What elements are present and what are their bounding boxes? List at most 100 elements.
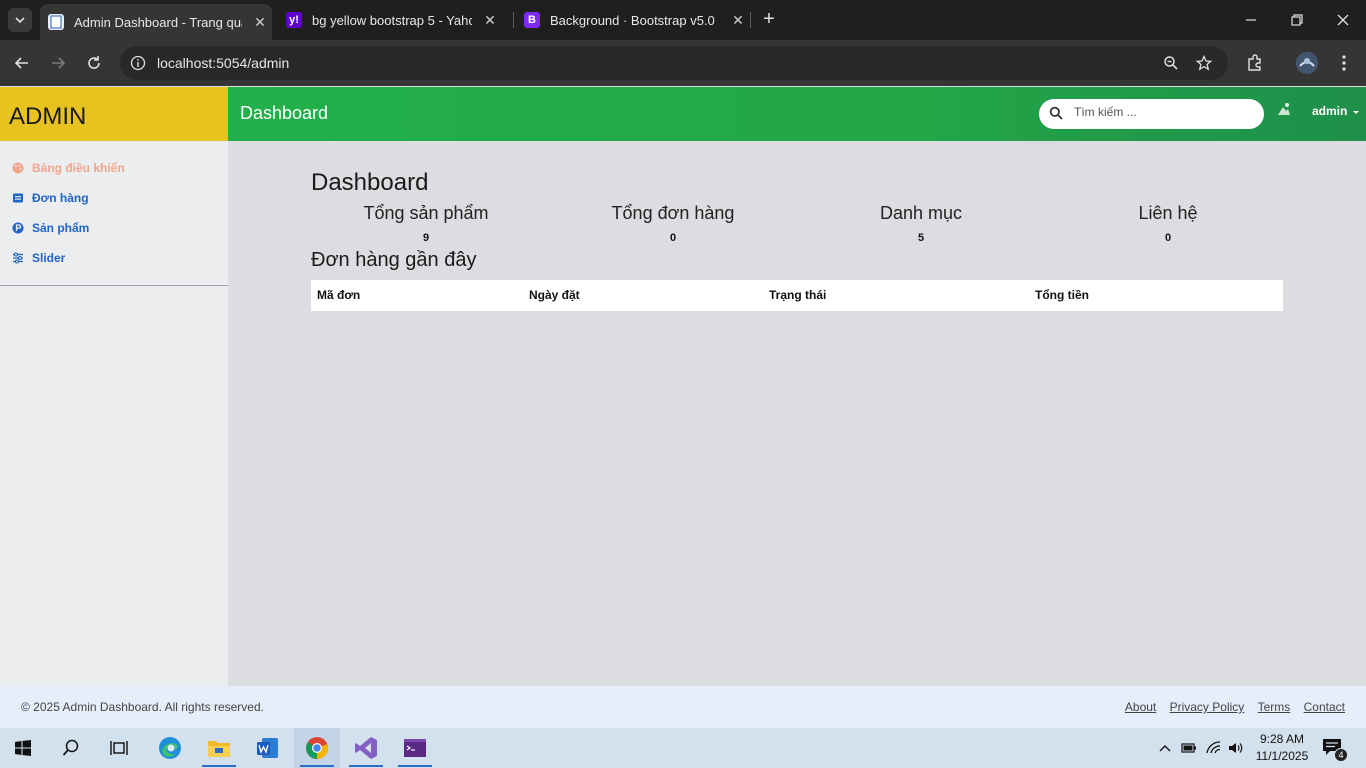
footer-links: About Privacy Policy Terms Contact	[1115, 700, 1345, 714]
column-header-order-date: Ngày đặt	[529, 288, 580, 302]
minimize-button[interactable]	[1228, 0, 1274, 40]
tab-title: bg yellow bootstrap 5 - Yahoo S	[312, 12, 472, 28]
volume-icon[interactable]	[1227, 740, 1245, 756]
column-header-status: Trạng thái	[769, 288, 827, 302]
yahoo-icon: y!	[286, 12, 302, 28]
stat-categories: Danh mục 5	[806, 203, 1036, 244]
sidebar-item-products[interactable]: Sản phẩm	[12, 221, 89, 235]
browser-tab-bar: Admin Dashboard - Trang quản ✕ y! bg yel…	[0, 0, 1366, 40]
caret-down-icon	[1352, 111, 1359, 114]
search-box	[1039, 99, 1264, 129]
tab-separator	[513, 12, 514, 28]
stat-value: 0	[669, 232, 677, 244]
site-info-icon[interactable]	[130, 55, 146, 76]
sidebar-item-orders[interactable]: Đơn hàng	[12, 191, 89, 205]
bootstrap-icon: B	[524, 12, 540, 28]
page-title: Dashboard	[240, 103, 329, 123]
task-view-icon	[110, 741, 128, 755]
search-taskbar-button[interactable]	[48, 728, 94, 768]
brand-logo-text[interactable]: ADMIN	[9, 103, 86, 131]
show-hidden-icons-button[interactable]	[1156, 740, 1174, 756]
new-tab-button[interactable]: +	[758, 8, 780, 30]
palette-icon	[12, 162, 24, 174]
windows-logo-icon	[15, 740, 31, 756]
top-navbar: Dashboard admin	[228, 87, 1366, 141]
search-input[interactable]	[1074, 105, 1254, 119]
close-icon	[1337, 14, 1349, 26]
stat-label: Liên hệ	[1138, 203, 1198, 223]
taskbar-chrome[interactable]	[294, 728, 340, 768]
profile-avatar[interactable]	[1296, 52, 1318, 74]
restore-button[interactable]	[1274, 0, 1320, 40]
stat-contacts: Liên hệ 0	[1053, 203, 1283, 244]
search-icon	[62, 739, 79, 756]
column-header-total: Tổng tiền	[1035, 288, 1089, 302]
tab-yahoo-search[interactable]: y! bg yellow bootstrap 5 - Yahoo S ✕	[286, 0, 508, 40]
sidebar-item-dashboard[interactable]: Bảng điều khiển	[12, 161, 125, 175]
taskbar-file-explorer[interactable]	[196, 728, 242, 768]
clock-date: 11/1/2025	[1255, 749, 1309, 763]
address-bar[interactable]: localhost:5054/admin	[120, 46, 1228, 80]
reload-icon	[88, 56, 100, 69]
close-icon[interactable]: ✕	[730, 12, 746, 29]
wifi-icon[interactable]	[1205, 740, 1223, 756]
tab-separator	[750, 12, 751, 28]
taskbar-clock[interactable]: 9:28 AM 11/1/2025	[1250, 731, 1314, 765]
tab-bootstrap-background[interactable]: B Background · Bootstrap v5.0 ✕	[524, 0, 746, 40]
close-icon[interactable]: ✕	[252, 14, 268, 31]
stat-value: 0	[1164, 232, 1172, 244]
box-icon	[12, 192, 24, 204]
task-view-button[interactable]	[96, 728, 142, 768]
forward-button[interactable]	[44, 49, 72, 77]
notification-center-button[interactable]: 4	[1322, 738, 1348, 762]
footer-link-contact[interactable]: Contact	[1304, 700, 1345, 714]
taskbar-edge[interactable]	[147, 728, 193, 768]
profile-icon	[1296, 52, 1318, 74]
back-button[interactable]	[8, 49, 36, 77]
close-icon[interactable]: ✕	[482, 12, 498, 29]
stat-label: Tổng đơn hàng	[611, 203, 735, 223]
clock-time: 9:28 AM	[1259, 732, 1305, 746]
zoom-icon[interactable]	[1162, 54, 1180, 72]
sidebar-divider	[0, 285, 228, 286]
sidebar-item-label: Bảng điều khiển	[32, 161, 125, 175]
page-icon	[48, 14, 64, 30]
dashboard-heading: Dashboard	[311, 169, 429, 196]
chrome-icon	[306, 737, 329, 760]
taskbar-visual-studio[interactable]	[343, 728, 389, 768]
tab-search-button[interactable]	[8, 8, 32, 32]
start-button[interactable]	[0, 728, 46, 768]
visual-studio-icon	[355, 737, 377, 759]
tab-admin-dashboard[interactable]: Admin Dashboard - Trang quản ✕	[40, 4, 272, 40]
stat-label: Danh mục	[879, 203, 963, 223]
url-text[interactable]: localhost:5054/admin	[157, 55, 289, 71]
extensions-icon[interactable]	[1244, 52, 1266, 74]
stat-value: 9	[422, 232, 430, 244]
chevron-down-icon	[15, 17, 25, 24]
footer-link-privacy[interactable]: Privacy Policy	[1170, 700, 1245, 714]
page-footer: © 2025 Admin Dashboard. All rights reser…	[0, 686, 1366, 728]
user-menu[interactable]: admin	[1312, 104, 1360, 118]
close-window-button[interactable]	[1320, 0, 1366, 40]
chevron-up-icon	[1159, 745, 1171, 752]
stat-total-products: Tổng sản phẩm 9	[311, 203, 541, 244]
footer-link-terms[interactable]: Terms	[1258, 700, 1291, 714]
reload-button[interactable]	[80, 49, 108, 77]
taskbar-word[interactable]	[245, 728, 291, 768]
taskbar-terminal[interactable]	[392, 728, 438, 768]
recent-orders-table: Mã đơn Ngày đặt Trạng thái Tổng tiền	[311, 280, 1283, 311]
brand-header: ADMIN	[0, 87, 228, 141]
tab-title: Background · Bootstrap v5.0	[550, 12, 715, 28]
user-avatar-icon[interactable]	[1276, 101, 1292, 117]
sidebar-item-label: Sản phẩm	[32, 221, 90, 235]
battery-icon[interactable]	[1180, 740, 1198, 756]
column-header-order-id: Mã đơn	[317, 288, 361, 302]
tab-title: Admin Dashboard - Trang quản	[74, 14, 242, 30]
browser-menu-icon[interactable]	[1333, 52, 1355, 74]
stat-value: 5	[917, 232, 925, 244]
restore-icon	[1291, 14, 1303, 26]
sidebar-item-slider[interactable]: Slider	[12, 251, 65, 265]
footer-link-about[interactable]: About	[1125, 700, 1156, 714]
bookmark-star-icon[interactable]	[1195, 54, 1213, 72]
browser-toolbar: localhost:5054/admin	[0, 40, 1366, 86]
